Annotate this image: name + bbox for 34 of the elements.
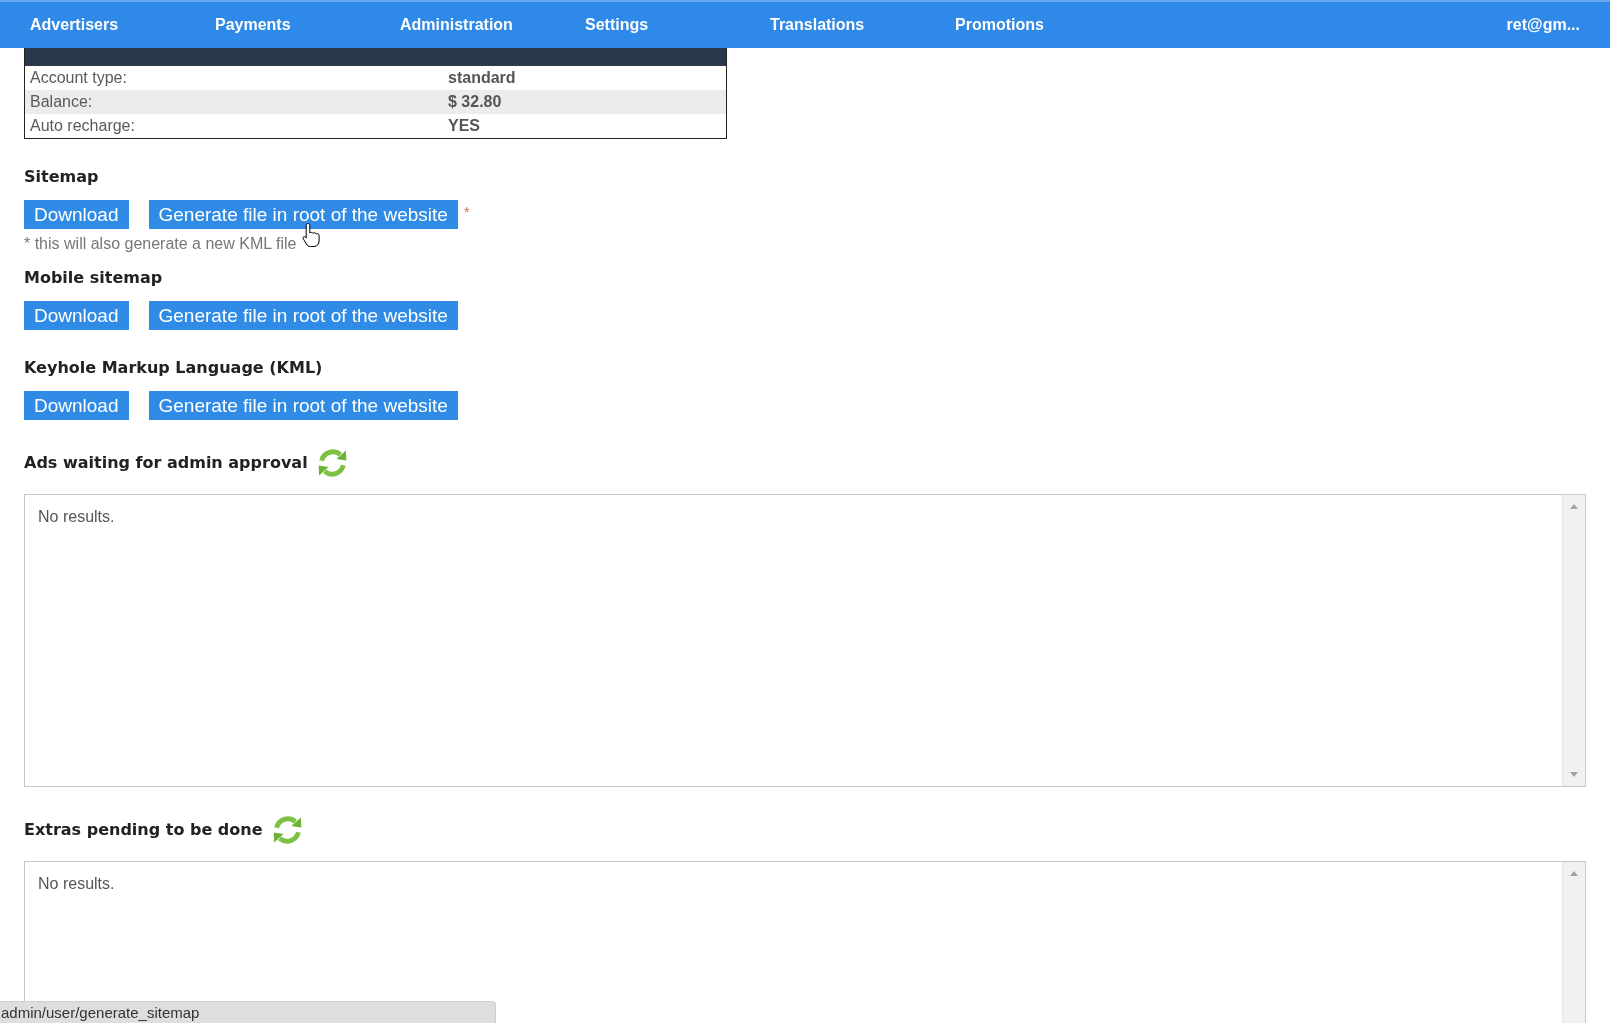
download-button[interactable]: Download xyxy=(24,301,129,330)
download-button[interactable]: Download xyxy=(24,200,129,229)
nav-link[interactable]: Payments xyxy=(215,15,291,35)
nav-link[interactable]: Settings xyxy=(585,15,649,35)
footnote-text: * this will also generate a new KML file xyxy=(24,235,297,253)
nav-link[interactable]: Advertisers xyxy=(30,15,119,35)
required-mark: * xyxy=(463,204,470,220)
nav-link[interactable]: Promotions xyxy=(955,15,1044,35)
table-cell: Balance: xyxy=(30,93,93,111)
scrollbar[interactable] xyxy=(1562,495,1585,786)
section-heading: Mobile sitemap xyxy=(24,268,163,288)
scroll-up-arrow-icon[interactable] xyxy=(1570,504,1578,509)
table-cell: Account type: xyxy=(30,69,127,87)
empty-message: No results. xyxy=(38,875,115,893)
hand-cursor-icon xyxy=(302,222,320,248)
generate-file-button[interactable]: Generate file in root of the website xyxy=(148,200,458,229)
section-heading: Ads waiting for admin approval xyxy=(24,453,308,473)
status-url: admin/user/generate_sitemap xyxy=(0,1001,496,1023)
section-heading: Keyhole Markup Language (KML) xyxy=(24,358,323,378)
table-cell: $ 32.80 xyxy=(448,93,502,111)
download-button[interactable]: Download xyxy=(24,391,129,420)
section-heading: Sitemap xyxy=(24,167,99,187)
nav-link[interactable]: Administration xyxy=(400,15,513,35)
generate-file-button[interactable]: Generate file in root of the website xyxy=(148,301,458,330)
nav-link[interactable]: Translations xyxy=(770,15,865,35)
table-cell: standard xyxy=(448,69,516,87)
empty-message: No results. xyxy=(38,508,115,526)
scroll-up-arrow-icon[interactable] xyxy=(1570,871,1578,876)
user-account-link[interactable]: ret@gm... xyxy=(1506,15,1580,35)
table-cell: Auto recharge: xyxy=(30,117,135,135)
scroll-down-arrow-icon[interactable] xyxy=(1570,772,1578,777)
section-heading: Extras pending to be done xyxy=(24,820,263,840)
generate-file-button[interactable]: Generate file in root of the website xyxy=(148,391,458,420)
table-cell: YES xyxy=(448,117,480,135)
